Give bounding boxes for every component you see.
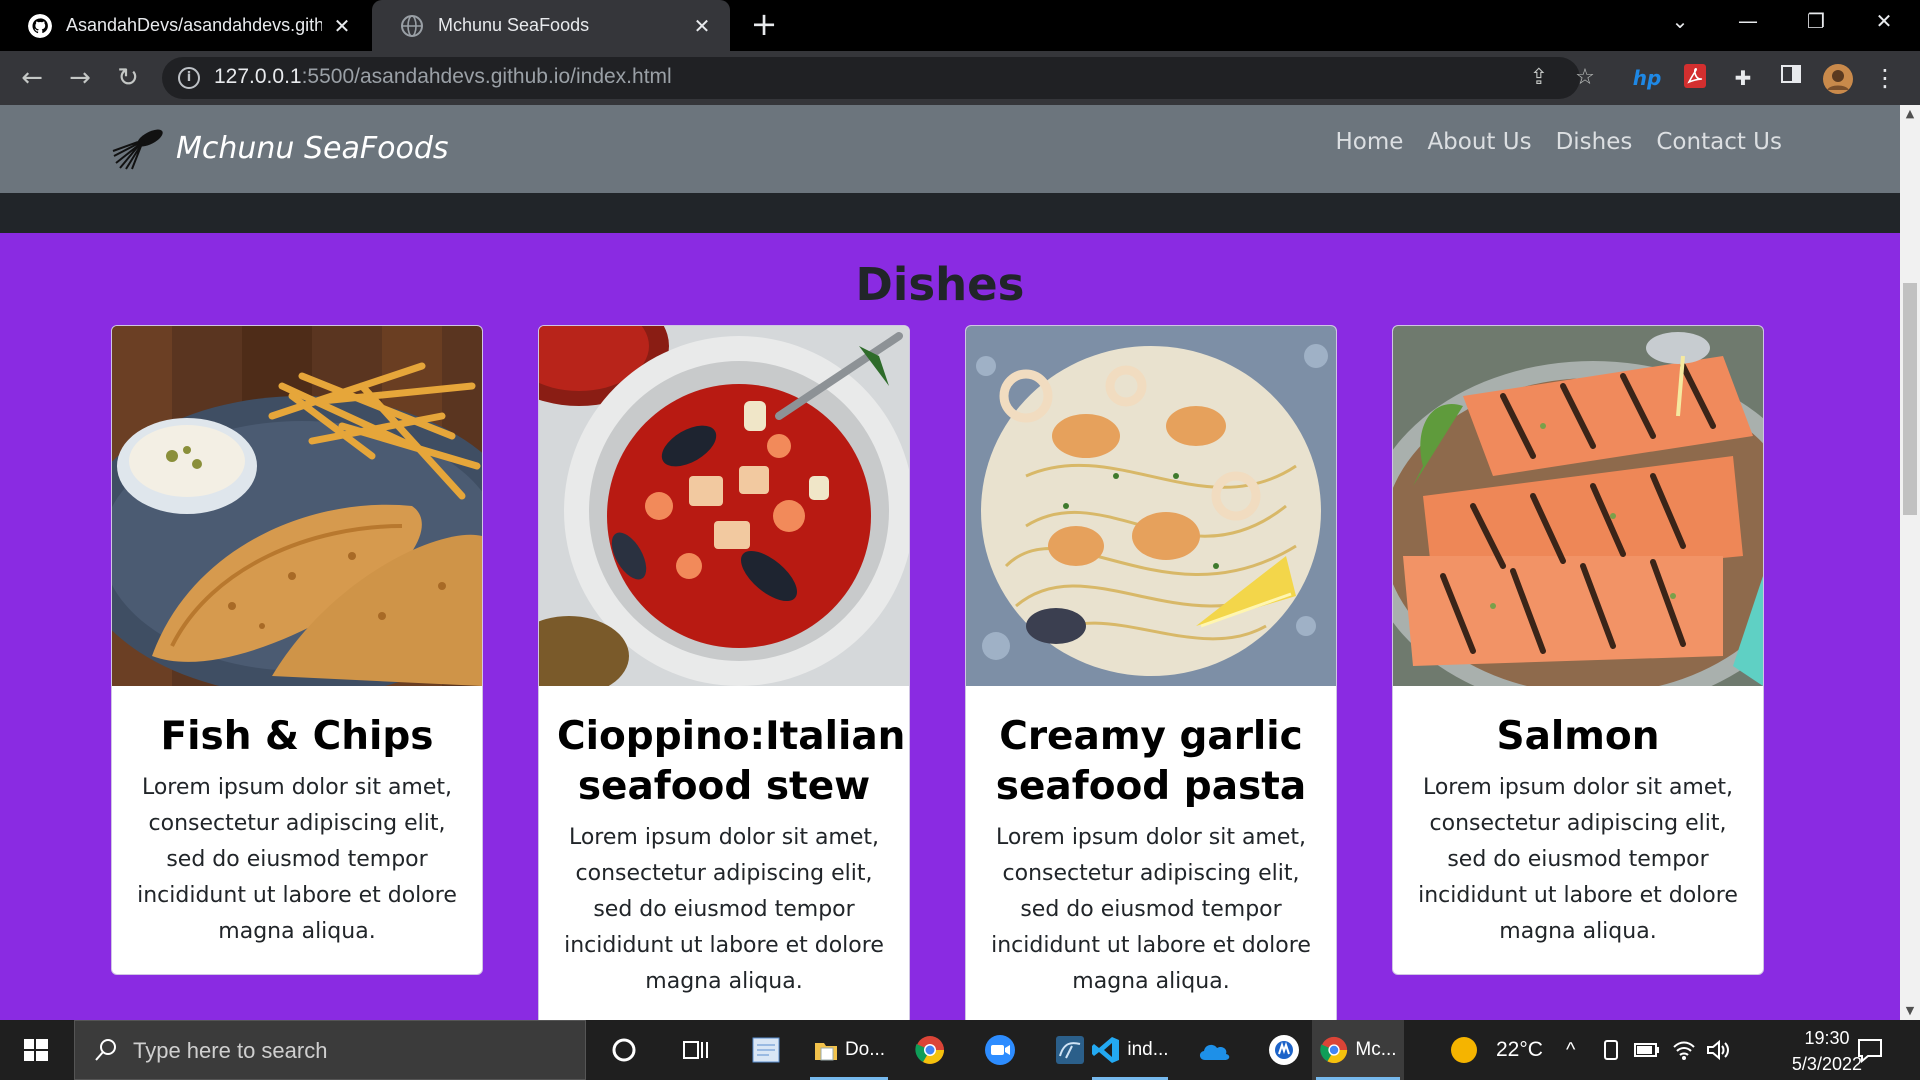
scroll-up-arrow-icon[interactable]: ▲: [1900, 105, 1920, 123]
dish-card-salmon: Salmon Lorem ipsum dolor sit amet, conse…: [1392, 325, 1764, 975]
page-viewport: · Mchunu SeaFoods Home About Us Dishes C…: [0, 105, 1900, 1020]
minimize-icon[interactable]: —: [1718, 0, 1778, 44]
github-icon: [28, 13, 52, 38]
tab-title: Mchunu SeaFoods: [438, 15, 590, 35]
taskbar-item-label: Do...: [844, 1039, 886, 1060]
nav-contact-us[interactable]: Contact Us: [1656, 129, 1782, 155]
zoom-icon[interactable]: [970, 1020, 1030, 1080]
side-panel-icon[interactable]: [1776, 63, 1806, 93]
globe-icon: [401, 14, 423, 37]
taskbar-item-label: Mc...: [1355, 1039, 1397, 1060]
cortana-icon[interactable]: [594, 1020, 654, 1080]
nav-home[interactable]: Home: [1336, 129, 1404, 155]
bookmark-star-icon[interactable]: ☆: [1572, 65, 1598, 91]
page-scrollbar[interactable]: ▲ ▼: [1900, 105, 1920, 1020]
chrome-active-taskbar-item[interactable]: Mc...: [1312, 1020, 1404, 1080]
scroll-thumb[interactable]: [1903, 283, 1917, 515]
site-navbar: Mchunu SeaFoods Home About Us Dishes Con…: [0, 105, 1900, 193]
restore-icon[interactable]: ❐: [1786, 0, 1846, 44]
chrome-icon[interactable]: [900, 1020, 960, 1080]
device-icon[interactable]: [1600, 1020, 1622, 1080]
dish-card-fish-chips: Fish & Chips Lorem ipsum dolor sit amet,…: [111, 325, 483, 975]
show-hidden-icons-chevron-icon[interactable]: ^: [1566, 1020, 1575, 1080]
share-icon[interactable]: ⇪: [1526, 65, 1552, 91]
tab-mchunu-seafoods[interactable]: Mchunu SeaFoods ✕: [372, 0, 730, 51]
new-tab-button[interactable]: +: [748, 8, 780, 41]
dish-description: Lorem ipsum dolor sit amet, consectetur …: [991, 825, 1311, 994]
dish-card-cioppino: Cioppino:Italian seafood stew Lorem ipsu…: [538, 325, 910, 1020]
clock-date: 5/3/2022: [1791, 1054, 1862, 1074]
nav-dishes[interactable]: Dishes: [1556, 129, 1633, 155]
url-text: 127.0.0.1:5500/asandahdevs.github.io/ind…: [214, 65, 672, 88]
back-arrow-icon[interactable]: ←: [14, 61, 50, 97]
clock-time: 19:30: [1804, 1028, 1850, 1048]
vscode-taskbar-item[interactable]: ind...: [1088, 1020, 1172, 1080]
file-explorer-icon: [814, 1043, 837, 1061]
taskbar-search-box[interactable]: Type here to search: [74, 1020, 586, 1080]
notepad-icon[interactable]: [736, 1020, 796, 1080]
chrome-active-icon: [1320, 1036, 1348, 1064]
seafood-pasta-photo: [966, 326, 1336, 686]
profile-avatar[interactable]: [1822, 63, 1853, 94]
grilled-salmon-photo: [1393, 326, 1763, 686]
weather-temperature: 22°C: [1496, 1038, 1543, 1061]
windows-taskbar: Type here to search Do... ind... Mc... 2…: [0, 1020, 1920, 1080]
search-placeholder: Type here to search: [133, 1038, 328, 1063]
tab-github[interactable]: AsandahDevs/asandahdevs.githu ✕: [0, 0, 370, 51]
close-icon[interactable]: ✕: [332, 14, 352, 38]
vscode-icon: [1092, 1037, 1120, 1063]
dish-title: Salmon: [1496, 714, 1660, 759]
site-info-icon[interactable]: i: [178, 67, 200, 89]
scroll-down-arrow-icon[interactable]: ▼: [1900, 1002, 1920, 1020]
search-icon: [95, 1039, 116, 1061]
sun-icon: [1451, 1037, 1477, 1063]
notifications-icon[interactable]: [1856, 1020, 1884, 1080]
file-explorer-taskbar-item[interactable]: Do...: [806, 1020, 892, 1080]
dishes-section-title: Dishes: [855, 258, 1025, 311]
onedrive-icon[interactable]: [1184, 1020, 1244, 1080]
dish-card-seafood-pasta: Creamy garlic seafood pasta Lorem ipsum …: [965, 325, 1337, 1020]
nav-links: Home About Us Dishes Contact Us: [1312, 129, 1782, 155]
app-icon[interactable]: [1254, 1020, 1314, 1080]
address-bar[interactable]: i 127.0.0.1:5500/asandahdevs.github.io/i…: [162, 57, 1595, 99]
tab-search-icon[interactable]: ⌄: [1650, 0, 1710, 44]
dish-title: Cioppino:Italian seafood stew: [557, 714, 906, 809]
dish-title: Creamy garlic seafood pasta: [995, 714, 1307, 809]
acrobat-extension-icon[interactable]: [1680, 63, 1710, 93]
extensions-puzzle-icon[interactable]: ✚: [1728, 63, 1758, 93]
taskbar-item-label: ind...: [1127, 1039, 1169, 1060]
tab-title: AsandahDevs/asandahdevs.githu: [66, 15, 322, 35]
close-icon[interactable]: ✕: [692, 14, 712, 38]
wifi-icon[interactable]: [1672, 1020, 1696, 1080]
dish-description: Lorem ipsum dolor sit amet, consectetur …: [1418, 775, 1738, 944]
reload-icon[interactable]: ↻: [110, 61, 146, 97]
cioppino-stew-photo: [539, 326, 909, 686]
hp-extension-icon[interactable]: hp: [1632, 63, 1662, 93]
brand[interactable]: Mchunu SeaFoods: [110, 123, 449, 173]
dish-description: Lorem ipsum dolor sit amet, consectetur …: [137, 775, 457, 944]
windows-start-icon[interactable]: [0, 1020, 72, 1080]
window-close-icon[interactable]: ✕: [1854, 0, 1914, 44]
squid-logo-icon: [112, 129, 163, 170]
brand-name: Mchunu SeaFoods: [176, 130, 449, 166]
weather-widget[interactable]: 22°C: [1448, 1020, 1543, 1080]
nav-about-us[interactable]: About Us: [1427, 129, 1531, 155]
dish-description: Lorem ipsum dolor sit amet, consectetur …: [564, 825, 884, 994]
tab-strip: AsandahDevs/asandahdevs.githu ✕ Mchunu S…: [0, 0, 1920, 51]
system-clock[interactable]: 19:30 5/3/2022: [1792, 1025, 1862, 1077]
task-view-icon[interactable]: [666, 1020, 726, 1080]
battery-icon[interactable]: [1634, 1020, 1660, 1080]
fish-and-chips-photo: [112, 326, 482, 686]
dish-title: Fish & Chips: [160, 714, 434, 759]
volume-icon[interactable]: [1706, 1020, 1730, 1080]
forward-arrow-icon[interactable]: →: [62, 61, 98, 97]
chrome-menu-icon[interactable]: ⋮: [1870, 63, 1900, 93]
